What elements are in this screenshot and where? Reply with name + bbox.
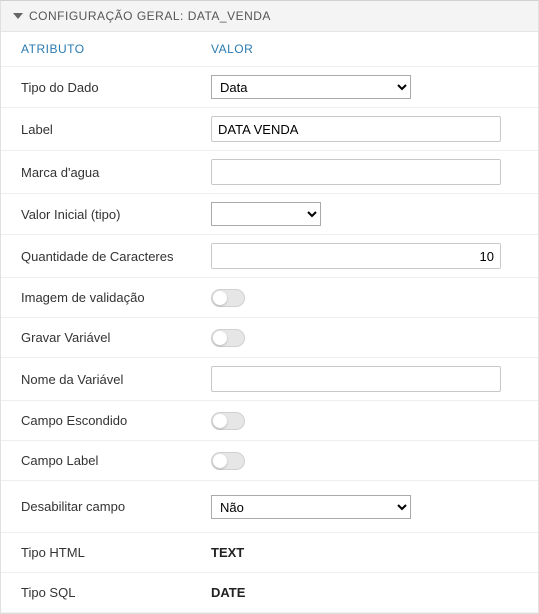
row-label: Label [1,108,538,151]
label-validation-img: Imagem de validação [21,290,211,305]
collapse-icon [13,13,23,19]
row-watermark: Marca d'agua [1,151,538,194]
input-char-qty[interactable] [211,243,501,269]
input-label[interactable] [211,116,501,142]
label-label-field-toggle: Campo Label [21,453,211,468]
toggle-label-field[interactable] [211,452,245,470]
label-sql-type: Tipo SQL [21,585,211,600]
label-disable-field: Desabilitar campo [21,499,211,514]
label-save-var: Gravar Variável [21,330,211,345]
select-disable-field[interactable]: Não [211,495,411,519]
row-disable-field: Desabilitar campo Não [1,481,538,533]
row-validation-img: Imagem de validação [1,278,538,318]
toggle-save-var[interactable] [211,329,245,347]
panel-header[interactable]: CONFIGURAÇÃO GERAL: DATA_VENDA [1,1,538,32]
panel-title: CONFIGURAÇÃO GERAL: DATA_VENDA [29,9,271,23]
value-html-type: TEXT [211,545,244,560]
label-var-name: Nome da Variável [21,372,211,387]
row-char-qty: Quantidade de Caracteres [1,235,538,278]
label-initial-value: Valor Inicial (tipo) [21,207,211,222]
select-data-type[interactable]: Data [211,75,411,99]
label-data-type: Tipo do Dado [21,80,211,95]
label-label: Label [21,122,211,137]
label-char-qty: Quantidade de Caracteres [21,249,211,264]
row-save-var: Gravar Variável [1,318,538,358]
label-html-type: Tipo HTML [21,545,211,560]
column-headers: ATRIBUTO VALOR [1,32,538,67]
row-sql-type: Tipo SQL DATE [1,573,538,613]
general-config-panel: CONFIGURAÇÃO GERAL: DATA_VENDA ATRIBUTO … [0,0,539,614]
label-watermark: Marca d'agua [21,165,211,180]
col-value: VALOR [211,42,253,56]
toggle-validation-img[interactable] [211,289,245,307]
row-initial-value: Valor Inicial (tipo) [1,194,538,235]
row-data-type: Tipo do Dado Data [1,67,538,108]
select-initial-value[interactable] [211,202,321,226]
row-label-field-toggle: Campo Label [1,441,538,481]
row-html-type: Tipo HTML TEXT [1,533,538,573]
value-sql-type: DATE [211,585,245,600]
input-var-name[interactable] [211,366,501,392]
col-attribute: ATRIBUTO [21,42,211,56]
row-var-name: Nome da Variável [1,358,538,401]
row-hidden-field: Campo Escondido [1,401,538,441]
input-watermark[interactable] [211,159,501,185]
label-hidden-field: Campo Escondido [21,413,211,428]
toggle-hidden-field[interactable] [211,412,245,430]
